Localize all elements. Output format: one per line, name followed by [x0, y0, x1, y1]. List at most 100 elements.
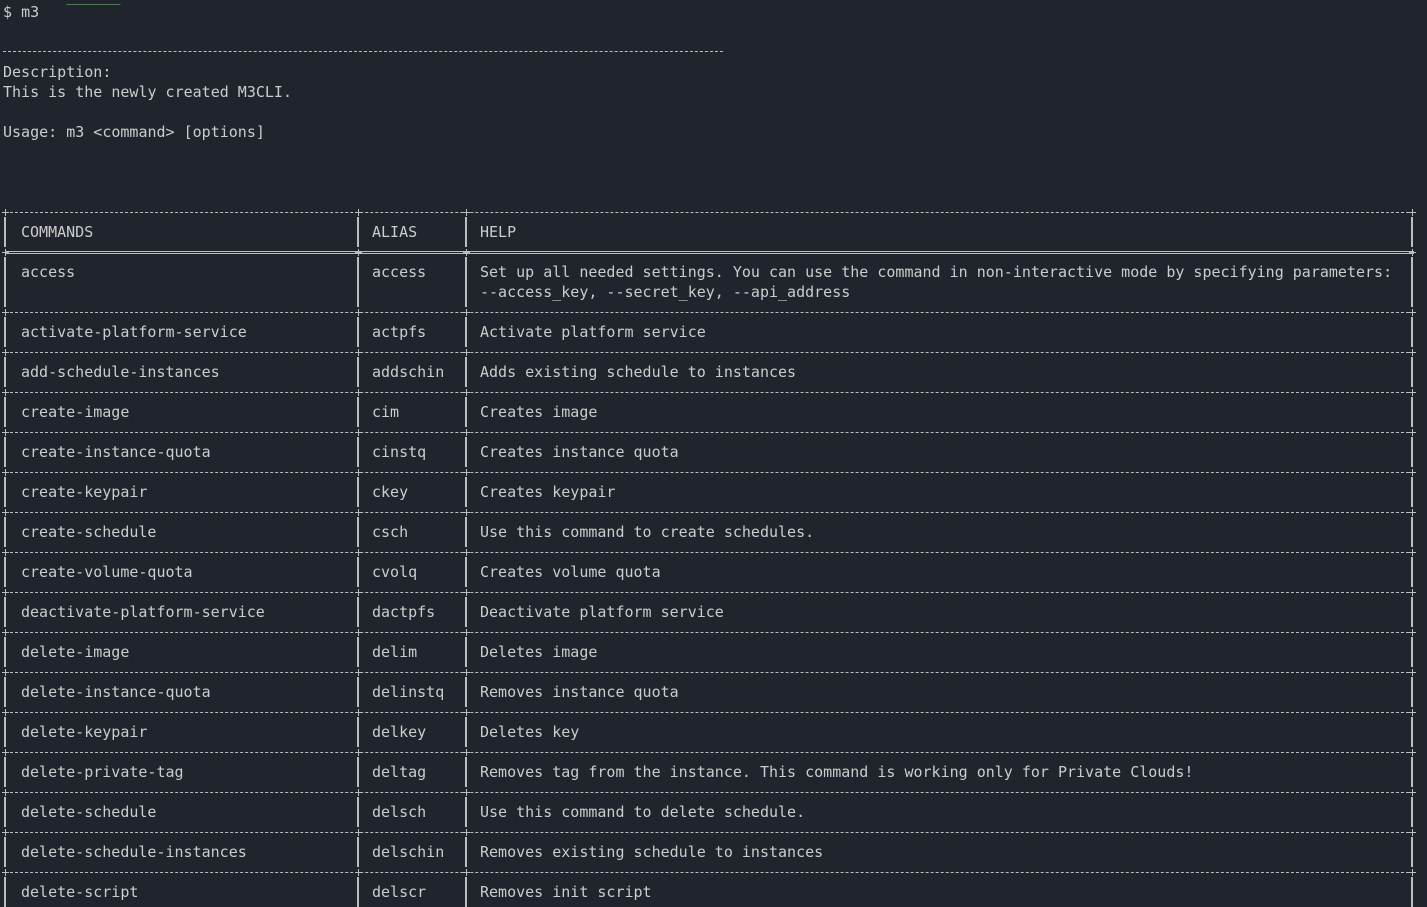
table-border-horizontal: [5, 872, 1414, 873]
table-border-corner: [2, 429, 9, 436]
command-alias: cinstq: [372, 443, 427, 461]
command-help: Activate platform service: [480, 323, 706, 341]
table-border-vertical: [1411, 357, 1413, 387]
table-border-vertical: [1411, 217, 1413, 247]
table-border-corner: [1409, 469, 1416, 476]
table-border-vertical: [357, 597, 359, 627]
table-border-vertical: [465, 677, 467, 707]
command-help: Deletes key: [480, 723, 580, 741]
table-border-corner: [1409, 549, 1416, 556]
header-help: HELP: [480, 223, 517, 241]
command-name: delete-instance-quota: [21, 683, 211, 701]
table-border-corner: [355, 869, 362, 876]
command-alias: delinstq: [372, 683, 445, 701]
command-help: Creates image: [480, 403, 598, 421]
table-border-vertical: [1411, 757, 1413, 787]
table-border-vertical: [465, 637, 467, 667]
table-border-corner: [355, 509, 362, 516]
table-border-vertical: [4, 597, 6, 627]
terminal-window[interactable]: ______ $ m3 Description: This is the new…: [0, 0, 1427, 907]
table-border-corner: [1409, 709, 1416, 716]
table-border-corner: [355, 589, 362, 596]
table-border-corner: [463, 869, 470, 876]
table-border-corner: [463, 749, 470, 756]
command-help: Adds existing schedule to instances: [480, 363, 797, 381]
table-border-vertical: [357, 477, 359, 507]
table-border-vertical: [1411, 717, 1413, 747]
table-border-vertical: [4, 257, 6, 307]
table-border-vertical: [1411, 597, 1413, 627]
table-border-vertical: [4, 797, 6, 827]
table-border-vertical: [465, 757, 467, 787]
table-border-vertical: [4, 317, 6, 347]
table-border-vertical: [4, 837, 6, 867]
table-border-corner: [1409, 249, 1416, 256]
table-border-vertical: [4, 557, 6, 587]
table-border-horizontal: [5, 251, 1414, 254]
table-border-corner: [355, 749, 362, 756]
table-border-corner: [355, 549, 362, 556]
command-name: delete-image: [21, 643, 130, 661]
table-border-horizontal: [5, 472, 1414, 473]
command-help: --access_key, --secret_key, --api_addres…: [480, 283, 851, 301]
previous-prompt-line: ______: [3, 0, 482, 6]
table-border-corner: [463, 349, 470, 356]
table-border-corner: [463, 709, 470, 716]
table-border-vertical: [465, 437, 467, 467]
command-name: delete-private-tag: [21, 763, 184, 781]
command-name: add-schedule-instances: [21, 363, 220, 381]
table-border-vertical: [357, 557, 359, 587]
table-border-vertical: [357, 437, 359, 467]
table-border-corner: [2, 249, 9, 256]
table-border-horizontal: [5, 392, 1414, 393]
command-alias: cim: [372, 403, 400, 421]
command-name: create-instance-quota: [21, 443, 211, 461]
table-border-vertical: [465, 257, 467, 307]
table-border-corner: [2, 869, 9, 876]
table-border-corner: [463, 309, 470, 316]
table-border-horizontal: [5, 712, 1414, 713]
table-border-corner: [463, 509, 470, 516]
command-alias: delsch: [372, 803, 427, 821]
command-help: Deletes image: [480, 643, 598, 661]
table-border-corner: [355, 829, 362, 836]
table-border-corner: [1409, 389, 1416, 396]
command-help: Creates instance quota: [480, 443, 679, 461]
table-border-corner: [1409, 309, 1416, 316]
table-border-vertical: [1411, 477, 1413, 507]
table-border-vertical: [465, 597, 467, 627]
table-border-vertical: [357, 677, 359, 707]
table-border-vertical: [4, 717, 6, 747]
table-border-corner: [1409, 829, 1416, 836]
command-name: create-schedule: [21, 523, 157, 541]
table-border-vertical: [465, 837, 467, 867]
table-border-vertical: [465, 477, 467, 507]
table-border-horizontal: [5, 672, 1414, 673]
command-help: Use this command to create schedules.: [480, 523, 815, 541]
table-border-vertical: [465, 517, 467, 547]
description-label: Description:: [3, 63, 112, 81]
command-help: Removes instance quota: [480, 683, 679, 701]
table-border-corner: [2, 829, 9, 836]
table-border-corner: [463, 669, 470, 676]
table-border-vertical: [1411, 837, 1413, 867]
table-border-corner: [355, 429, 362, 436]
table-border-corner: [1409, 209, 1416, 216]
table-border-corner: [463, 549, 470, 556]
command-help: Deactivate platform service: [480, 603, 724, 621]
table-border-vertical: [1411, 677, 1413, 707]
table-border-horizontal: [5, 312, 1414, 313]
table-border-corner: [1409, 749, 1416, 756]
table-border-vertical: [465, 317, 467, 347]
table-border-corner: [2, 309, 9, 316]
table-border-vertical: [4, 477, 6, 507]
command-alias: delkey: [372, 723, 427, 741]
table-border-corner: [355, 249, 362, 256]
command-alias: access: [372, 263, 427, 281]
table-border-vertical: [465, 357, 467, 387]
table-border-vertical: [357, 637, 359, 667]
table-border-corner: [463, 589, 470, 596]
table-border-vertical: [1411, 797, 1413, 827]
table-border-horizontal: [5, 352, 1414, 353]
table-border-horizontal: [5, 792, 1414, 793]
